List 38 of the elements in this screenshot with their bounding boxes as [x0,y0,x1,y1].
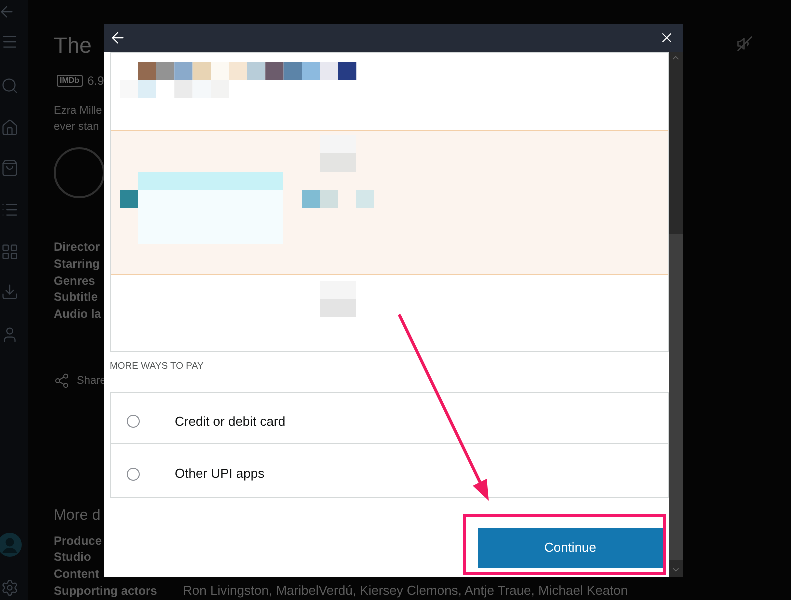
detail-value: Ron Livingston, MaribelVerdú, Kiersey Clemons, Antje Traue, Michael Keaton [183,582,628,600]
detail-label: Content [54,566,100,583]
scrollbar-thumb[interactable] [669,234,683,560]
detail-label: Produce [54,532,102,550]
section-heading: More d [54,506,101,526]
detail-label: Subtitle [54,289,98,306]
scrollbar[interactable] [669,52,683,577]
imdb-badge: IMDb [57,75,83,87]
pixelated-mosaic-drawing [320,281,356,317]
download-icon[interactable] [1,283,19,301]
avatar-icon[interactable] [0,533,22,557]
detail-label: Supporting actors [54,582,158,600]
ring-icon[interactable] [54,147,104,199]
detail-label: Director [54,239,100,256]
mute-icon[interactable] [736,35,754,53]
section-label: MORE WAYS TO PAY [110,362,204,372]
settings-icon[interactable] [1,579,19,597]
detail-label: Audio la [54,306,102,323]
list-icon[interactable] [1,201,19,219]
rating: 6.9 [88,73,104,89]
radio-button[interactable] [127,468,140,480]
detail-label: Genres [54,272,96,290]
synopsis-text: Ezra Mille ever stan [54,104,102,135]
option-label[interactable]: Credit or debit card [175,414,286,430]
highlighted-option-panel[interactable] [111,130,668,275]
grid-icon[interactable] [1,243,19,261]
continue-button[interactable]: Continue [478,528,663,568]
search-icon[interactable] [1,77,19,95]
share-icon[interactable] [54,372,70,389]
detail-label: Studio [54,549,92,566]
menu-icon[interactable] [1,33,19,51]
radio-button[interactable] [127,415,140,428]
shopping-bag-icon[interactable] [1,159,19,177]
detail-label: Starring [54,256,100,272]
user-icon[interactable] [1,326,19,344]
movie-title: The [54,32,92,60]
home-icon[interactable] [1,119,19,137]
option-label[interactable]: Other UPI apps [175,466,265,482]
